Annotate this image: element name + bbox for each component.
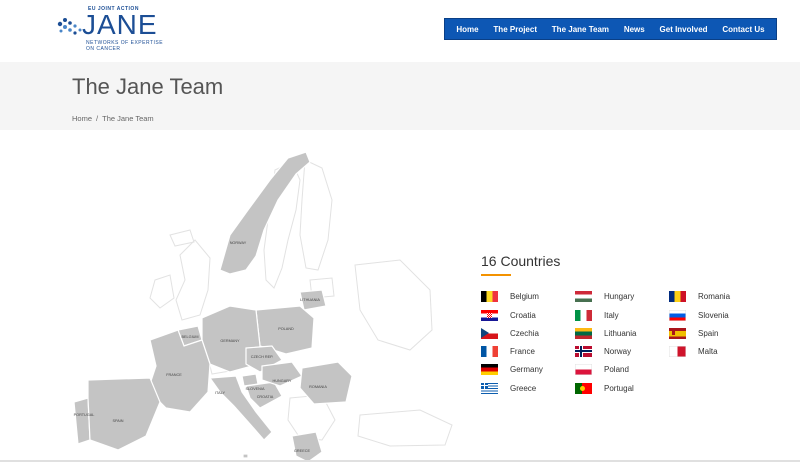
croatia-flag-icon bbox=[481, 309, 498, 321]
country-malta[interactable]: Malta bbox=[669, 345, 718, 357]
map-label-portugal: PORTUGAL bbox=[74, 413, 95, 417]
nav-contact-us[interactable]: Contact Us bbox=[722, 25, 764, 34]
country-name: Spain bbox=[698, 328, 719, 338]
country-italy[interactable]: Italy bbox=[575, 309, 619, 321]
country-name: Romania bbox=[698, 291, 731, 301]
map-label-italy: ITALY bbox=[215, 391, 225, 395]
breadcrumb-separator: / bbox=[96, 114, 99, 123]
country-czechia[interactable]: Czechia bbox=[481, 327, 539, 339]
norway-flag-icon bbox=[575, 345, 592, 357]
map-malta bbox=[242, 453, 249, 459]
map-norway bbox=[219, 151, 311, 275]
map-label-belgium: BELGIUM bbox=[181, 335, 198, 339]
countries-title: 16 Countries bbox=[481, 253, 561, 269]
hungary-flag-icon bbox=[575, 290, 592, 302]
map-label-hungary: HUNGARY bbox=[273, 379, 292, 383]
page-title: The Jane Team bbox=[72, 74, 224, 99]
country-hungary[interactable]: Hungary bbox=[575, 290, 634, 302]
map-label-lithuania: LITHUANIA bbox=[300, 298, 320, 302]
map-label-greece: GREECE bbox=[294, 449, 311, 453]
europe-map[interactable]: NORWAY LITHUANIA BELGIUM POLAND GERMANY … bbox=[60, 140, 460, 462]
country-name: Portugal bbox=[604, 383, 634, 393]
country-greece[interactable]: Greece bbox=[481, 382, 536, 394]
country-norway[interactable]: Norway bbox=[575, 345, 631, 357]
map-outline-uk bbox=[175, 239, 211, 321]
country-romania[interactable]: Romania bbox=[669, 290, 730, 302]
map-greece bbox=[291, 431, 323, 462]
logo-main-text: JANE bbox=[82, 9, 158, 40]
nav-the-jane-team[interactable]: The Jane Team bbox=[552, 25, 609, 34]
belgium-flag-icon bbox=[481, 290, 498, 302]
map-spain bbox=[87, 377, 161, 451]
country-name: Lithuania bbox=[604, 328, 637, 338]
jane-logo[interactable]: EU JOINT ACTION JANE NETWORKS OF EXPERTI… bbox=[56, 6, 166, 56]
main-nav: Home The Project The Jane Team News Get … bbox=[444, 18, 777, 40]
breadcrumb: Home / The Jane Team bbox=[72, 114, 154, 123]
italy-flag-icon bbox=[575, 309, 592, 321]
country-name: Malta bbox=[698, 346, 718, 356]
romania-flag-icon bbox=[669, 290, 686, 302]
country-name: France bbox=[510, 346, 535, 356]
country-belgium[interactable]: Belgium bbox=[481, 290, 539, 302]
lithuania-flag-icon bbox=[575, 327, 592, 339]
country-name: Germany bbox=[510, 364, 543, 374]
czechia-flag-icon bbox=[481, 327, 498, 339]
greece-flag-icon bbox=[481, 382, 498, 394]
country-portugal[interactable]: Portugal bbox=[575, 382, 634, 394]
portugal-flag-icon bbox=[575, 382, 592, 394]
country-poland[interactable]: Poland bbox=[575, 363, 629, 375]
logo-sub-line2: ON CANCER bbox=[86, 46, 121, 52]
country-name: Italy bbox=[604, 310, 619, 320]
map-label-romania: ROMANIA bbox=[309, 385, 327, 389]
country-croatia[interactable]: Croatia bbox=[481, 309, 536, 321]
countries-title-underline bbox=[481, 274, 511, 276]
site-header: EU JOINT ACTION JANE NETWORKS OF EXPERTI… bbox=[0, 0, 800, 62]
france-flag-icon bbox=[481, 345, 498, 357]
country-name: Norway bbox=[604, 346, 632, 356]
breadcrumb-home[interactable]: Home bbox=[72, 114, 92, 123]
nav-the-project[interactable]: The Project bbox=[493, 25, 537, 34]
map-outline-east bbox=[354, 259, 433, 351]
country-name: Croatia bbox=[510, 310, 536, 320]
logo-sub-text: NETWORKS OF EXPERTISE ON CANCER bbox=[86, 40, 163, 52]
map-label-germany: GERMANY bbox=[220, 339, 240, 343]
map-outline-finland bbox=[299, 159, 333, 271]
country-slovenia[interactable]: Slovenia bbox=[669, 309, 729, 321]
slovenia-flag-icon bbox=[669, 309, 686, 321]
map-label-czechia: CZECH REP. bbox=[251, 355, 274, 359]
map-label-france: FRANCE bbox=[166, 373, 182, 377]
map-portugal bbox=[73, 397, 91, 445]
country-france[interactable]: France bbox=[481, 345, 535, 357]
breadcrumb-current: The Jane Team bbox=[102, 114, 154, 123]
map-outline-turkey bbox=[357, 409, 453, 447]
country-name: Hungary bbox=[604, 291, 635, 301]
map-label-spain: SPAIN bbox=[112, 419, 123, 423]
country-name: Slovenia bbox=[698, 310, 729, 320]
map-outline-iceland bbox=[169, 229, 195, 247]
spain-flag-icon bbox=[669, 327, 686, 339]
map-label-croatia: CROATIA bbox=[257, 395, 274, 399]
nav-get-involved[interactable]: Get Involved bbox=[660, 25, 708, 34]
country-name: Poland bbox=[604, 364, 629, 374]
map-outline-ireland bbox=[149, 274, 175, 309]
country-lithuania[interactable]: Lithuania bbox=[575, 327, 636, 339]
poland-flag-icon bbox=[575, 363, 592, 375]
nav-home[interactable]: Home bbox=[456, 25, 478, 34]
country-germany[interactable]: Germany bbox=[481, 363, 543, 375]
map-label-norway: NORWAY bbox=[230, 241, 247, 245]
germany-flag-icon bbox=[481, 363, 498, 375]
map-romania bbox=[299, 361, 353, 405]
malta-flag-icon bbox=[669, 345, 686, 357]
country-name: Belgium bbox=[510, 291, 539, 301]
nav-news[interactable]: News bbox=[624, 25, 645, 34]
country-name: Czechia bbox=[510, 328, 539, 338]
map-label-poland: POLAND bbox=[278, 327, 294, 331]
country-name: Greece bbox=[510, 383, 537, 393]
country-spain[interactable]: Spain bbox=[669, 327, 718, 339]
map-label-slovenia: SLOVENIA bbox=[246, 387, 265, 391]
